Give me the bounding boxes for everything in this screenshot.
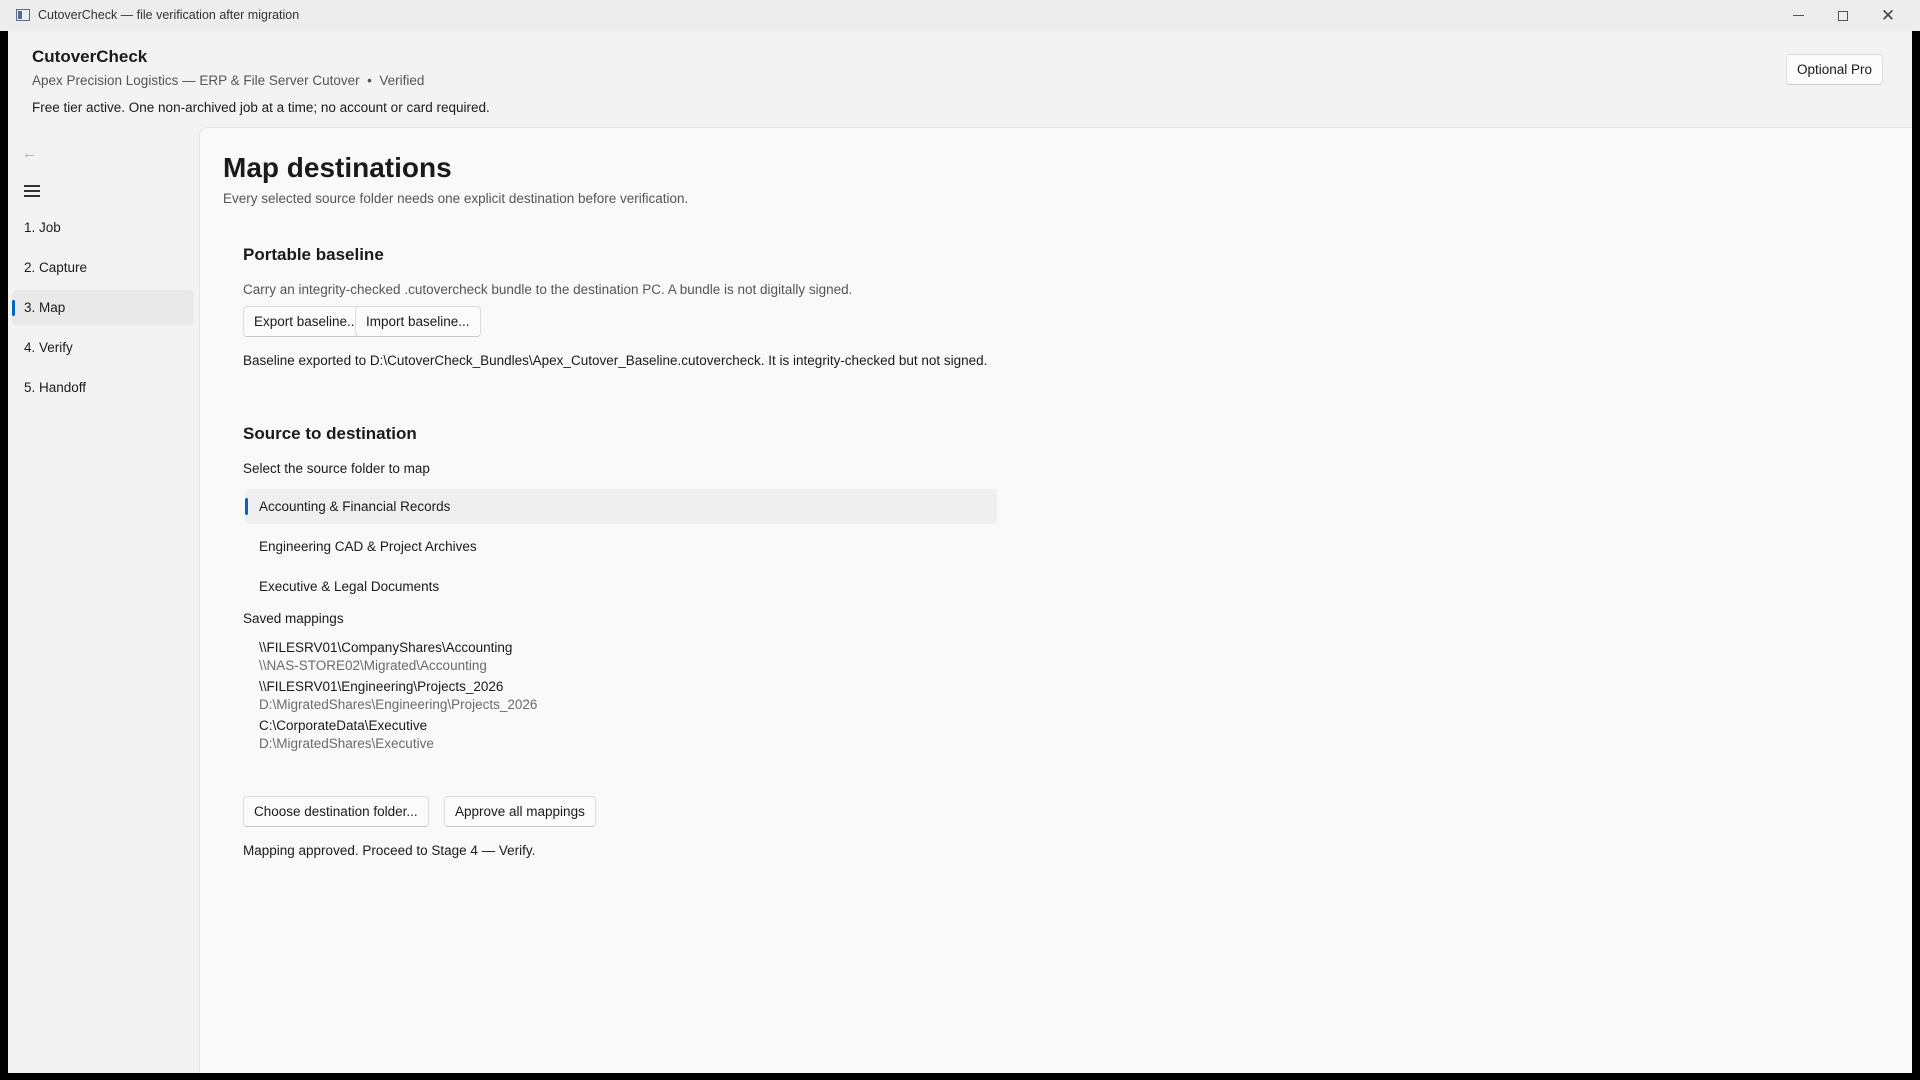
title-bar[interactable]: CutoverCheck — file verification after m… — [0, 0, 1920, 31]
export-baseline-button[interactable]: Export baseline... — [243, 306, 370, 337]
stage-navigation: ← 1. Job 2. Capture 3. Map 4. Verify 5. … — [8, 131, 198, 1073]
nav-item-handoff[interactable]: 5. Handoff — [12, 370, 194, 405]
nav-item-verify[interactable]: 4. Verify — [12, 330, 194, 365]
page-subtitle: Every selected source folder needs one e… — [223, 191, 689, 206]
nav-item-capture[interactable]: 2. Capture — [12, 250, 194, 285]
mapping-entry: \\FILESRV01\CompanyShares\Accounting \\N… — [259, 639, 537, 675]
mapping-section-title: Source to destination — [243, 424, 417, 443]
minimize-button[interactable] — [1775, 0, 1821, 31]
back-arrow-icon[interactable]: ← — [22, 145, 37, 162]
source-folder-item[interactable]: Engineering CAD & Project Archives — [245, 529, 997, 564]
saved-mappings-label: Saved mappings — [243, 611, 344, 626]
close-button[interactable]: ✕ — [1865, 0, 1911, 31]
mapping-entry: C:\CorporateData\Executive D:\MigratedSh… — [259, 717, 537, 753]
tier-notice: Free tier active. One non-archived job a… — [32, 100, 490, 115]
mapping-destination-path: D:\MigratedShares\Engineering\Projects_2… — [259, 697, 538, 712]
window-frame-right — [1912, 31, 1920, 1080]
source-folder-item[interactable]: Executive & Legal Documents — [245, 569, 997, 604]
window-frame-bottom — [0, 1073, 1920, 1080]
baseline-status: Baseline exported to D:\CutoverCheck_Bun… — [243, 353, 988, 368]
mapping-entry: \\FILESRV01\Engineering\Projects_2026 D:… — [259, 678, 537, 714]
app-window: CutoverCheck — file verification after m… — [0, 0, 1920, 1080]
select-source-label: Select the source folder to map — [243, 461, 430, 476]
source-folder-item[interactable]: Accounting & Financial Records — [245, 489, 997, 524]
window-title: CutoverCheck — file verification after m… — [38, 8, 300, 22]
page-title: Map destinations — [223, 152, 452, 183]
window-frame-left — [0, 31, 8, 1080]
main-content: Map destinations Every selected source f… — [199, 127, 1912, 1073]
mapping-source-path: C:\CorporateData\Executive — [259, 718, 428, 733]
saved-mappings-list: \\FILESRV01\CompanyShares\Accounting \\N… — [259, 639, 537, 756]
nav-item-job[interactable]: 1. Job — [12, 210, 194, 245]
app-icon — [16, 9, 30, 21]
maximize-icon — [1838, 10, 1848, 21]
choose-destination-button[interactable]: Choose destination folder... — [243, 796, 429, 827]
app-name: CutoverCheck — [32, 47, 148, 66]
mapping-source-path: \\FILESRV01\Engineering\Projects_2026 — [259, 679, 504, 694]
mapping-destination-path: \\NAS-STORE02\Migrated\Accounting — [259, 658, 487, 673]
maximize-button[interactable] — [1820, 0, 1866, 31]
minimize-icon — [1792, 15, 1804, 16]
close-icon: ✕ — [1880, 6, 1896, 25]
nav-item-map[interactable]: 3. Map — [12, 290, 194, 325]
baseline-section-title: Portable baseline — [243, 245, 384, 264]
source-folder-list: Accounting & Financial Records Engineeri… — [245, 489, 997, 609]
approve-mappings-button[interactable]: Approve all mappings — [444, 796, 596, 827]
mapping-source-path: \\FILESRV01\CompanyShares\Accounting — [259, 640, 513, 655]
import-baseline-button[interactable]: Import baseline... — [355, 306, 481, 337]
mapping-status: Mapping approved. Proceed to Stage 4 — V… — [243, 843, 536, 858]
optional-pro-button[interactable]: Optional Pro — [1786, 54, 1884, 85]
hamburger-menu-icon[interactable] — [24, 185, 40, 197]
job-status-line: Apex Precision Logistics — ERP & File Se… — [32, 73, 425, 88]
app-body: CutoverCheck Apex Precision Logistics — … — [8, 31, 1912, 1073]
mapping-destination-path: D:\MigratedShares\Executive — [259, 736, 434, 751]
baseline-description: Carry an integrity-checked .cutovercheck… — [243, 282, 853, 297]
